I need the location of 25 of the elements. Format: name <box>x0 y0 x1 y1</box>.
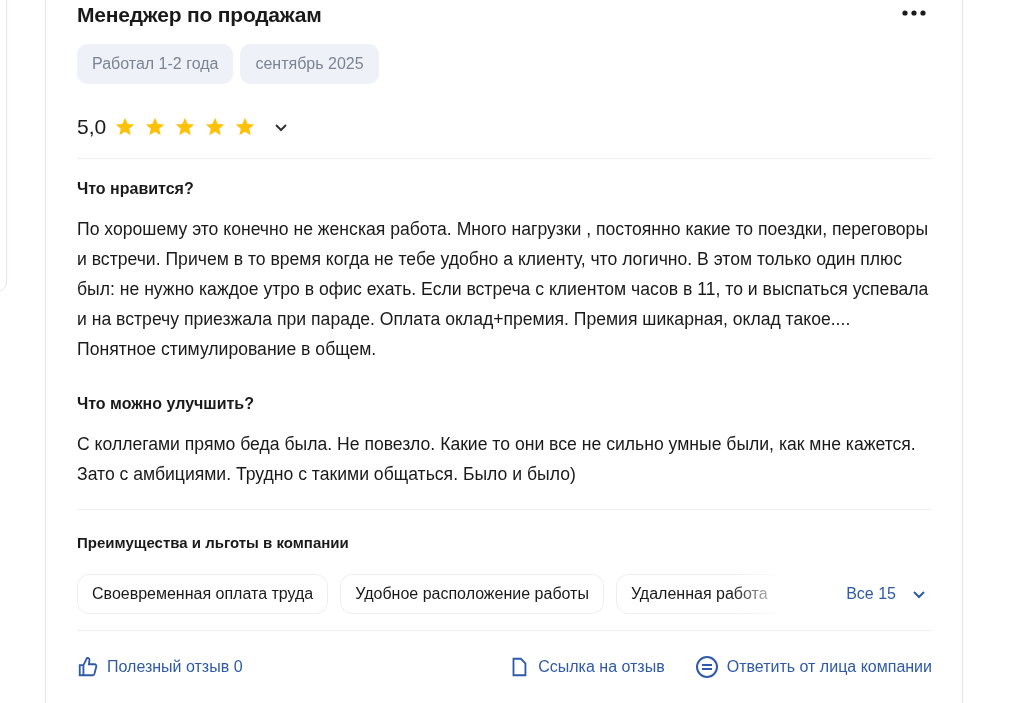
benefit-chip: Удобное расположение работы <box>340 574 604 614</box>
star-icon <box>204 116 227 138</box>
more-icon[interactable] <box>902 10 926 16</box>
star-icon <box>144 116 167 138</box>
review-link[interactable]: Ссылка на отзыв <box>508 655 665 679</box>
benefit-chip: Своевременная оплата труда <box>77 574 329 614</box>
chevron-down-icon[interactable] <box>274 122 289 132</box>
star-icon <box>114 116 137 138</box>
chevron-down-icon <box>912 589 926 599</box>
tag: Работал 1-2 года <box>77 44 234 84</box>
section-heading: Что можно улучшить? <box>77 394 255 414</box>
benefits-heading: Преимущества и льготы в компании <box>77 533 350 553</box>
rating-value: 5,0 <box>77 115 107 139</box>
star-icon <box>174 116 197 138</box>
star-icon <box>234 116 257 138</box>
chat-icon <box>694 655 719 679</box>
helpful-link[interactable]: Полезный отзыв 0 <box>77 655 243 679</box>
section-heading: Что нравится? <box>77 179 195 199</box>
review-text: По хорошему это конечно не женская работа. Много нагрузки , постоянно какие то поездки, переговоры и встречи. Причем в то время когда не тебе удобно а клиенту, что логично. В этом только один плюс был: не нужно каждое утро в офис ехать. Если встреча с клиентом часов в 11, то и выспаться успевала и на встречу приезжала при параде. Оплата оклад+премия. Премия шикарная, оклад такое.... Понятное стимулирование в общем. <box>77 218 930 361</box>
thumbs-up-icon <box>77 656 99 678</box>
review-text: С коллегами прямо беда была. Не повезло. Какие то они все не сильно умные были, как мне кажется. Зато с амбициями. Трудно с такими общаться. Было и было) <box>77 433 917 486</box>
review-title: Менеджер по продажам <box>77 3 322 27</box>
show-all-button[interactable]: Все 15 <box>838 574 932 614</box>
reply-link[interactable]: Ответить от лица компании <box>694 655 932 679</box>
tag: сентябрь 2025 <box>240 44 379 84</box>
